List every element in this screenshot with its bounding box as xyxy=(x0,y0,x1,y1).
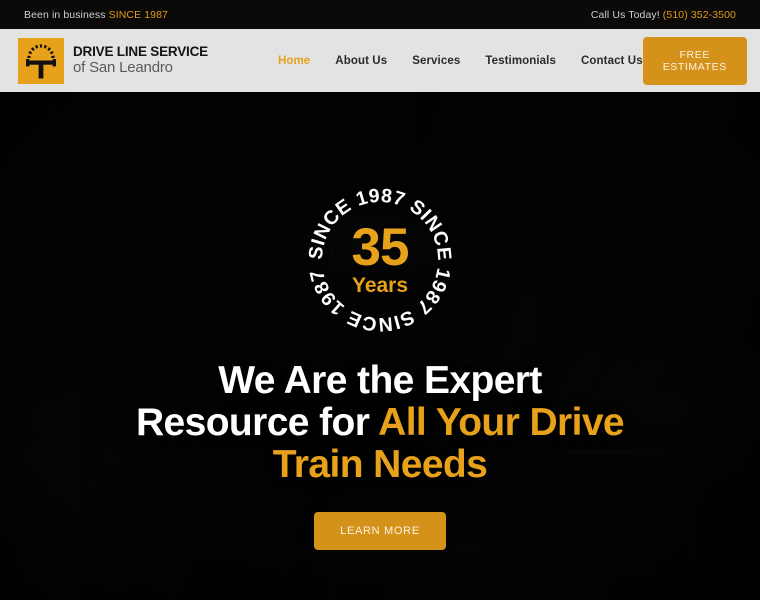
business-since-prefix: Been in business xyxy=(24,8,109,21)
call-us-label: Call Us Today! xyxy=(590,8,663,21)
hero-headline-line2-accent: All Your Drive xyxy=(378,401,625,445)
hero-headline-line3-accent: Train Needs xyxy=(272,443,488,487)
site-header: DRIVE LINE SERVICE of San Leandro Home A… xyxy=(0,29,760,92)
phone-number-link[interactable]: (510) 352-3500 xyxy=(663,9,736,21)
brand-logo[interactable]: DRIVE LINE SERVICE of San Leandro xyxy=(18,37,208,84)
anniversary-badge: SINCE 1987 SINCE 1987 SINCE 1987 35 Year… xyxy=(305,185,455,335)
hero-headline-line1: We Are the Expert xyxy=(218,359,542,402)
main-navigation: Home About Us Services Testimonials Cont… xyxy=(278,55,643,67)
nav-item-home[interactable]: Home xyxy=(278,55,310,67)
page-root: Been in business SINCE 1987 Call Us Toda… xyxy=(0,0,760,600)
business-since-text: Been in business SINCE 1987 xyxy=(24,9,168,21)
drive-shaft-logo-icon xyxy=(18,37,64,84)
learn-more-button[interactable]: LEARN MORE xyxy=(314,512,446,551)
nav-item-contact-us[interactable]: Contact Us xyxy=(581,55,643,67)
brand-name-primary: DRIVE LINE SERVICE xyxy=(73,44,208,60)
hero-content: SINCE 1987 SINCE 1987 SINCE 1987 35 Year… xyxy=(0,92,760,600)
free-estimates-button[interactable]: FREE ESTIMATES xyxy=(642,36,747,85)
hero-headline: We Are the Expert Resource for All Your … xyxy=(135,359,625,487)
top-utility-bar: Been in business SINCE 1987 Call Us Toda… xyxy=(0,0,760,29)
business-since-year: SINCE 1987 xyxy=(108,8,168,21)
brand-name-secondary: of San Leandro xyxy=(73,59,173,77)
nav-item-testimonials[interactable]: Testimonials xyxy=(485,55,556,67)
brand-text: DRIVE LINE SERVICE of San Leandro xyxy=(73,44,208,77)
svg-text:SINCE 1987 SINCE 1987 SINCE 19: SINCE 1987 SINCE 1987 SINCE 1987 xyxy=(305,185,455,335)
nav-item-services[interactable]: Services xyxy=(412,55,460,67)
nav-item-about-us[interactable]: About Us xyxy=(335,55,387,67)
call-us-today: Call Us Today! (510) 352-3500 xyxy=(591,9,736,21)
hero-headline-line2-white: Resource for xyxy=(135,401,379,445)
hero-section: SINCE 1987 SINCE 1987 SINCE 1987 35 Year… xyxy=(0,92,760,600)
